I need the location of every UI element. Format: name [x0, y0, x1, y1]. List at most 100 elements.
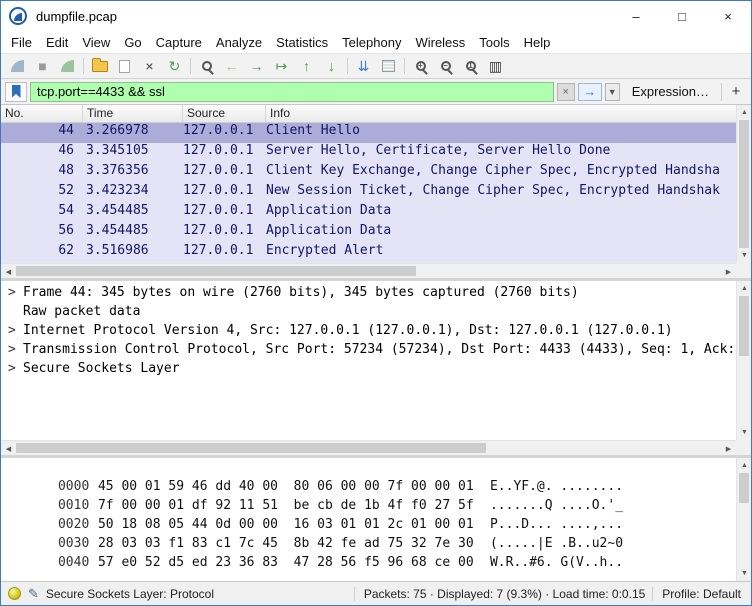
column-header-info[interactable]: Info: [266, 105, 736, 122]
scroll-up-arrow-icon[interactable]: ▲: [737, 281, 751, 296]
packet-row[interactable]: 48 3.376356 127.0.0.1 Client Key Exchang…: [1, 163, 736, 183]
capture-comment-pencil-icon[interactable]: ✎: [28, 586, 39, 602]
scroll-thumb[interactable]: [739, 473, 749, 503]
scrollbar-corner: [736, 440, 751, 455]
last-packet-arrow-icon: ↓: [328, 58, 335, 74]
filter-dropdown-button[interactable]: ▼: [604, 82, 620, 101]
packet-list-horizontal-scrollbar[interactable]: ◀ ▶: [1, 263, 736, 278]
expression-button[interactable]: Expression…: [623, 84, 718, 99]
restart-capture-button[interactable]: [55, 55, 80, 77]
menu-wireless[interactable]: Wireless: [408, 33, 472, 52]
scroll-thumb[interactable]: [16, 443, 486, 453]
detail-row[interactable]: > Internet Protocol Version 4, Src: 127.0…: [1, 323, 736, 342]
status-profile[interactable]: Profile: Default: [652, 586, 744, 601]
hex-ascii[interactable]: (.....|E .B..u2~0: [490, 536, 623, 551]
display-filter-input[interactable]: [30, 81, 554, 102]
scroll-up-arrow-icon[interactable]: ▲: [737, 458, 751, 473]
zoom-normal-button[interactable]: 1: [458, 55, 483, 77]
hex-vertical-scrollbar[interactable]: ▲ ▼: [736, 458, 751, 581]
packet-row[interactable]: 52 3.423234 127.0.0.1 New Session Ticket…: [1, 183, 736, 203]
column-header-no[interactable]: No.: [1, 105, 83, 122]
go-last-packet-button[interactable]: ↓: [319, 55, 344, 77]
cell-time: 3.516986: [86, 243, 149, 258]
zoom-out-button[interactable]: −: [433, 55, 458, 77]
start-capture-button[interactable]: [5, 55, 30, 77]
zoom-in-button[interactable]: +: [408, 55, 433, 77]
reload-file-button[interactable]: ↻: [162, 55, 187, 77]
filter-bookmark-button[interactable]: [5, 81, 27, 102]
close-button[interactable]: ×: [705, 1, 751, 31]
packet-row[interactable]: 56 3.454485 127.0.0.1 Application Data: [1, 223, 736, 243]
scroll-thumb[interactable]: [16, 266, 416, 276]
hex-row[interactable]: 0000 45 00 01 59 46 dd 40 00 80 06 00 00 …: [1, 464, 751, 494]
packet-row[interactable]: 44 3.266978 127.0.0.1 Client Hello: [1, 123, 736, 143]
scroll-right-arrow-icon[interactable]: ▶: [721, 264, 736, 278]
hex-bytes[interactable]: 28 03 03 f1 83 c1 7c 45 8b 42 fe ad 75 3…: [98, 536, 490, 551]
scroll-left-arrow-icon[interactable]: ◀: [1, 264, 16, 278]
scroll-right-arrow-icon[interactable]: ▶: [721, 441, 736, 455]
menu-view[interactable]: View: [75, 33, 117, 52]
close-file-button[interactable]: ×: [137, 55, 162, 77]
expander-icon[interactable]: >: [8, 342, 23, 357]
open-file-button[interactable]: [87, 55, 112, 77]
scroll-left-arrow-icon[interactable]: ◀: [1, 441, 16, 455]
packet-row[interactable]: 46 3.345105 127.0.0.1 Server Hello, Cert…: [1, 143, 736, 163]
menu-capture[interactable]: Capture: [149, 33, 209, 52]
scroll-up-arrow-icon[interactable]: ▲: [737, 105, 751, 120]
go-back-button[interactable]: ←: [219, 55, 244, 77]
scroll-thumb[interactable]: [739, 120, 749, 248]
menu-edit[interactable]: Edit: [39, 33, 75, 52]
add-filter-button[interactable]: +: [725, 82, 747, 102]
hex-bytes[interactable]: 45 00 01 59 46 dd 40 00 80 06 00 00 7f 0…: [98, 479, 490, 494]
menu-statistics[interactable]: Statistics: [269, 33, 335, 52]
detail-row[interactable]: > Secure Sockets Layer: [1, 361, 736, 380]
scroll-down-arrow-icon[interactable]: ▼: [737, 566, 751, 581]
expander-icon[interactable]: >: [8, 361, 23, 376]
column-header-source[interactable]: Source: [183, 105, 266, 122]
save-file-button[interactable]: [112, 55, 137, 77]
clear-filter-button[interactable]: ×: [556, 82, 575, 101]
go-to-packet-button[interactable]: ↦: [269, 55, 294, 77]
hex-ascii[interactable]: P...D... ....,...: [490, 517, 623, 532]
packet-row[interactable]: 62 3.516986 127.0.0.1 Encrypted Alert: [1, 243, 736, 263]
hex-bytes[interactable]: 50 18 08 05 44 0d 00 00 16 03 01 01 2c 0…: [98, 517, 490, 532]
details-horizontal-scrollbar[interactable]: ◀ ▶: [1, 440, 736, 455]
auto-scroll-button[interactable]: ⇊: [351, 55, 376, 77]
menu-tools[interactable]: Tools: [472, 33, 516, 52]
detail-row[interactable]: > Transmission Control Protocol, Src Port…: [1, 342, 736, 361]
go-forward-button[interactable]: →: [244, 55, 269, 77]
menu-file[interactable]: File: [4, 33, 39, 52]
hex-ascii[interactable]: .......Q ....O.'_: [490, 498, 623, 513]
scroll-down-arrow-icon[interactable]: ▼: [737, 425, 751, 440]
scroll-thumb[interactable]: [739, 296, 749, 356]
maximize-button[interactable]: □: [659, 1, 705, 31]
menu-go[interactable]: Go: [117, 33, 148, 52]
packet-list-vertical-scrollbar[interactable]: ▲ ▼: [736, 105, 751, 263]
cell-info: Server Hello, Certificate, Server Hello …: [266, 143, 611, 158]
hex-ascii[interactable]: W.R..#6. G(V..h..: [490, 555, 623, 570]
hex-bytes[interactable]: 7f 00 00 01 df 92 11 51 be cb de 1b 4f f…: [98, 498, 490, 513]
colorize-packets-button[interactable]: [376, 55, 401, 77]
expert-info-icon[interactable]: [8, 587, 21, 600]
scroll-down-arrow-icon[interactable]: ▼: [737, 248, 751, 263]
stop-square-icon: ■: [38, 58, 47, 74]
expander-icon[interactable]: >: [8, 323, 23, 338]
detail-row[interactable]: > Frame 44: 345 bytes on wire (2760 bits)…: [1, 285, 736, 304]
packet-row[interactable]: 54 3.454485 127.0.0.1 Application Data: [1, 203, 736, 223]
go-first-packet-button[interactable]: ↑: [294, 55, 319, 77]
menu-telephony[interactable]: Telephony: [335, 33, 408, 52]
menu-analyze[interactable]: Analyze: [209, 33, 269, 52]
stop-capture-button[interactable]: ■: [30, 55, 55, 77]
details-vertical-scrollbar[interactable]: ▲ ▼: [736, 281, 751, 440]
hex-ascii[interactable]: E..YF.@. ........: [490, 479, 623, 494]
resize-columns-button[interactable]: ▥: [483, 55, 508, 77]
detail-row[interactable]: Raw packet data: [1, 304, 736, 323]
find-packet-button[interactable]: [194, 55, 219, 77]
expander-icon[interactable]: >: [8, 285, 23, 300]
menu-help[interactable]: Help: [517, 33, 558, 52]
cell-time: 3.423234: [86, 183, 149, 198]
minimize-button[interactable]: –: [613, 1, 659, 31]
hex-bytes[interactable]: 57 e0 52 d5 ed 23 36 83 47 28 56 f5 96 6…: [98, 555, 490, 570]
apply-filter-button[interactable]: →: [577, 82, 602, 101]
column-header-time[interactable]: Time: [83, 105, 183, 122]
